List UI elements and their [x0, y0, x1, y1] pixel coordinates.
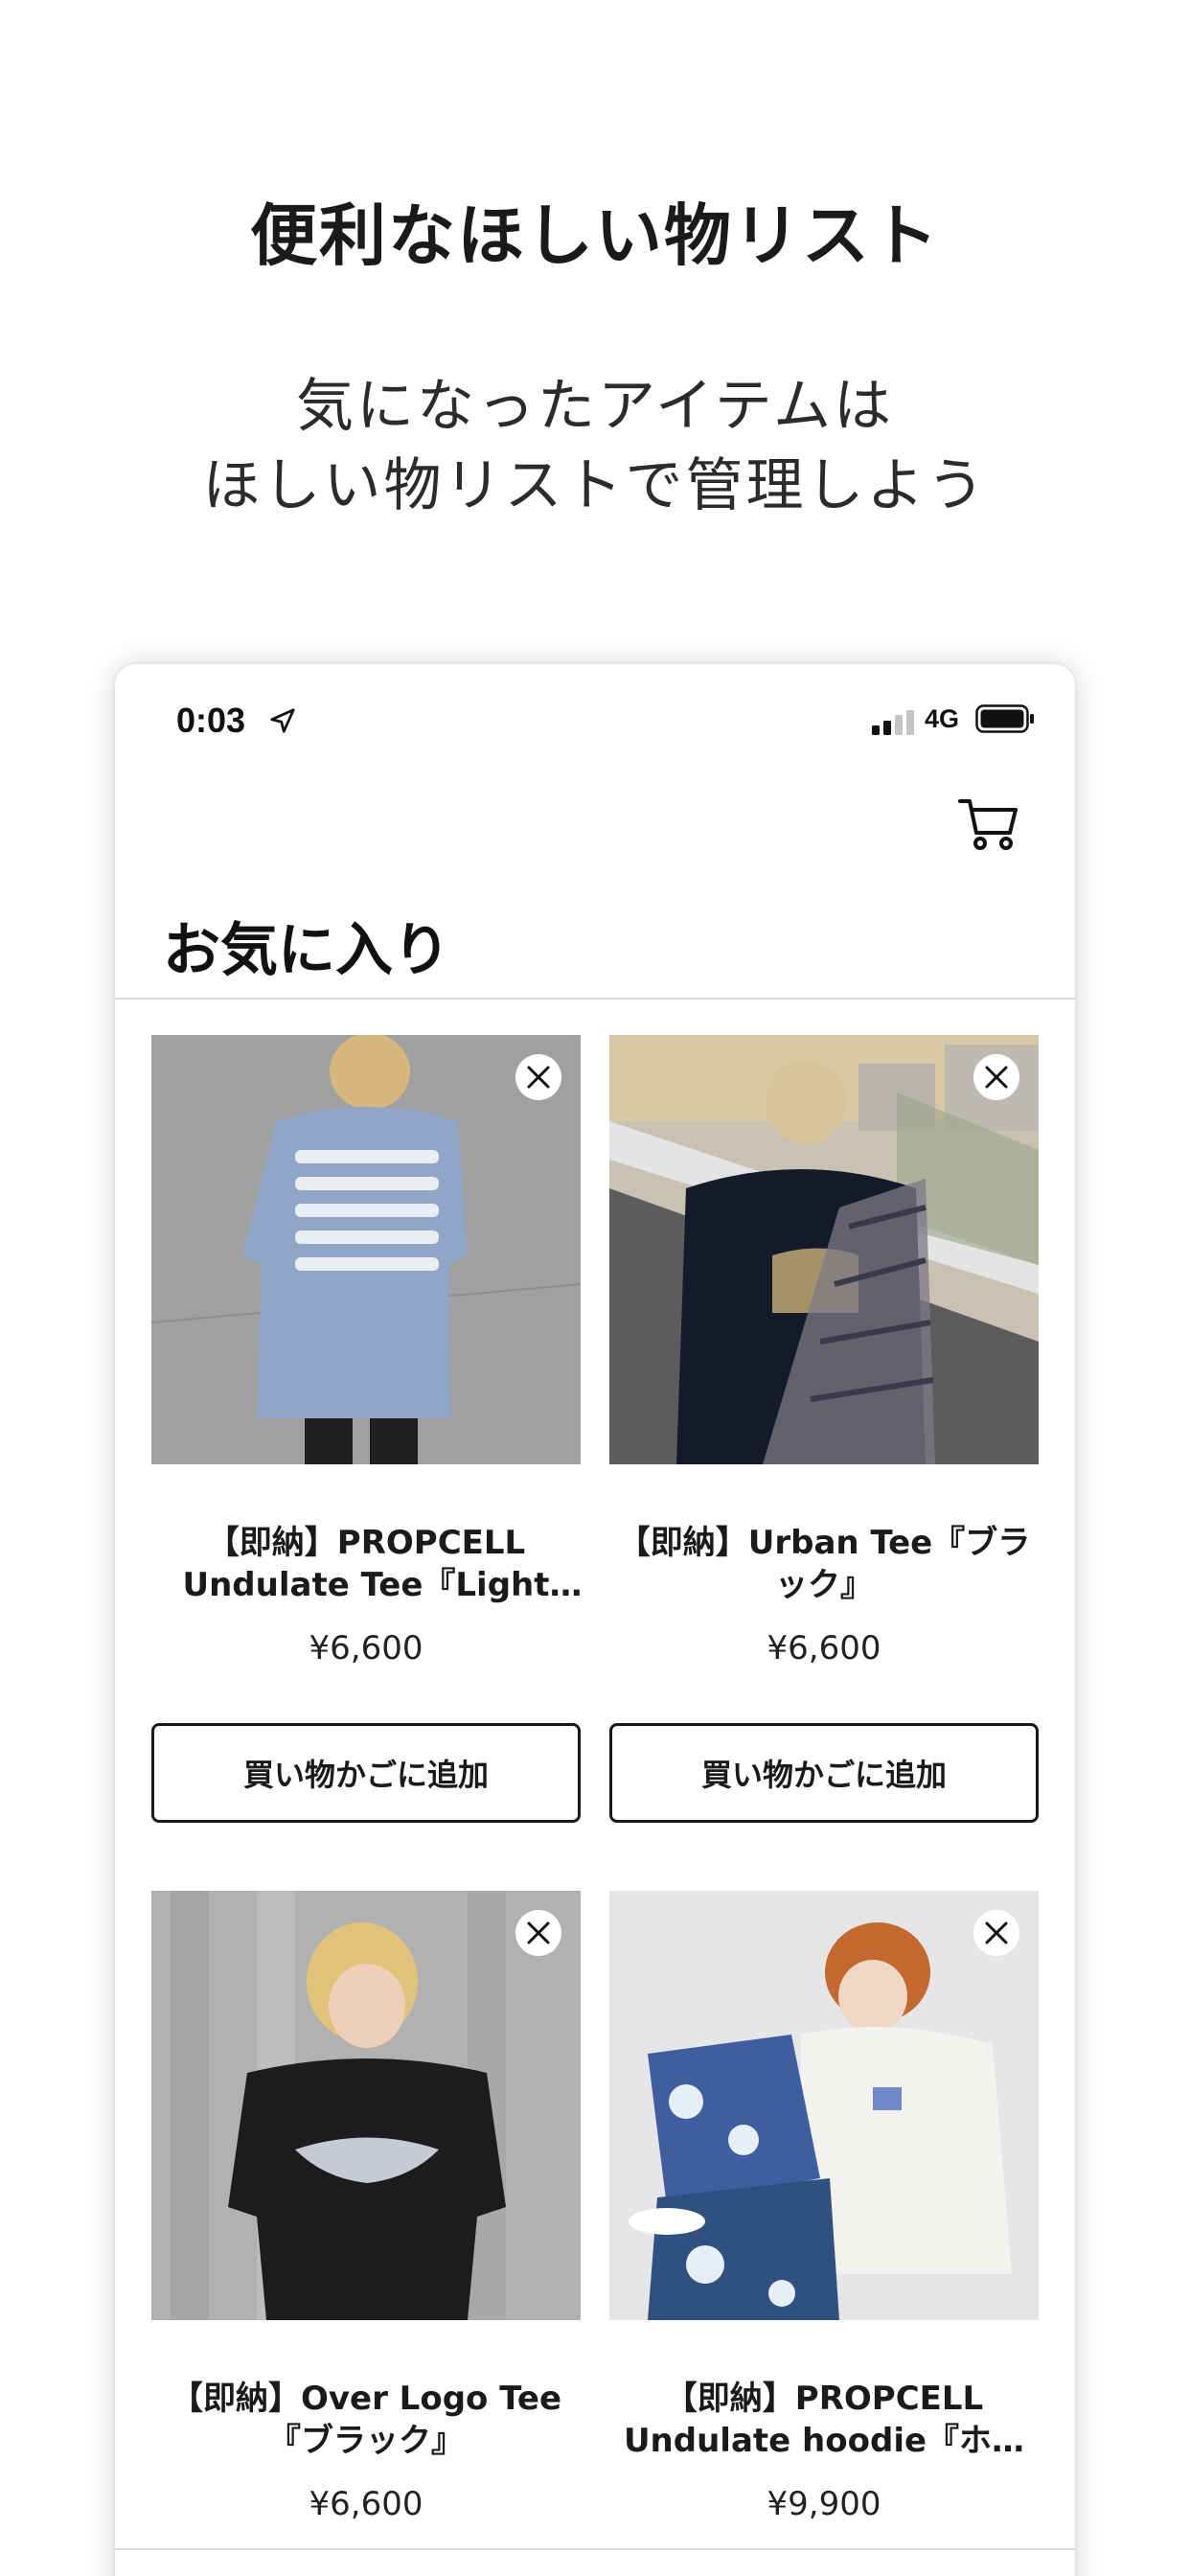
remove-favorite-button[interactable] [515, 1910, 561, 1956]
product-name[interactable]: 【即納】Urban Tee『ブラック』 [609, 1522, 1039, 1606]
product-price: ¥6,600 [767, 1629, 881, 1668]
page-title: お気に入り [163, 917, 450, 984]
location-arrow-icon [270, 708, 295, 733]
battery-icon [975, 704, 1034, 733]
status-bar: 0:03 4G [115, 664, 1075, 779]
close-icon [985, 1921, 1008, 1944]
product-image[interactable] [151, 1891, 581, 2320]
cart-icon[interactable] [958, 796, 1019, 852]
product-price: ¥6,600 [309, 1629, 423, 1668]
add-to-cart-button[interactable]: 買い物かごに追加 [609, 1723, 1039, 1823]
header-divider [115, 998, 1075, 1000]
product-name[interactable]: 【即納】Over Logo Tee『ブラック』 [151, 2378, 581, 2462]
remove-favorite-button[interactable] [973, 1054, 1019, 1100]
tab-bar-divider [115, 2548, 1075, 2550]
phone-frame: 0:03 4G お気に入り 【即納】PROPCELL Undulate Tee『… [115, 664, 1075, 2576]
remove-favorite-button[interactable] [515, 1054, 561, 1100]
remove-favorite-button[interactable] [973, 1910, 1019, 1956]
status-time: 0:03 [176, 701, 246, 740]
product-name[interactable]: 【即納】PROPCELL Undulate Tee『Light Blue』 [151, 1522, 581, 1606]
close-icon [527, 1921, 550, 1944]
product-image[interactable] [609, 1891, 1039, 2320]
network-type: 4G [925, 704, 960, 733]
add-to-cart-button[interactable]: 買い物かごに追加 [151, 1723, 581, 1823]
product-price: ¥9,900 [767, 2485, 881, 2523]
promo-subtitle-line1: 気になったアイテムは [296, 373, 894, 440]
promo-title: 便利なほしい物リスト [250, 196, 940, 275]
cellular-signal-icon [872, 710, 914, 735]
promo-subtitle-line2: ほしい物リストで管理しよう [202, 452, 988, 519]
product-name[interactable]: 【即納】PROPCELL Undulate hoodie『ホワイト』 [609, 2378, 1039, 2462]
product-image[interactable] [609, 1035, 1039, 1464]
product-image[interactable] [151, 1035, 581, 1464]
close-icon [985, 1066, 1008, 1089]
product-price: ¥6,600 [309, 2485, 423, 2523]
close-icon [527, 1066, 550, 1089]
